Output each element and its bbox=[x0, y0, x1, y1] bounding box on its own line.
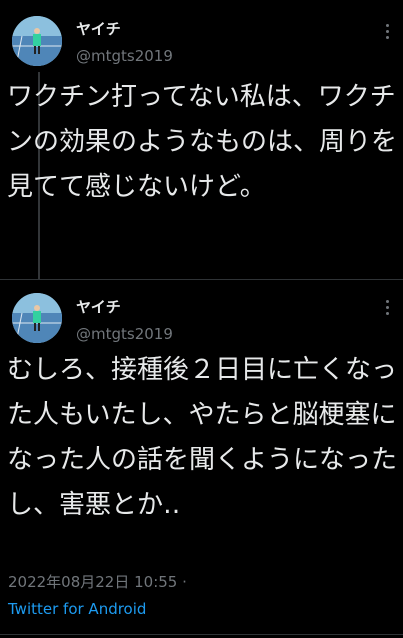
tennis-player-avatar-icon bbox=[12, 16, 62, 66]
avatar[interactable] bbox=[12, 293, 62, 343]
source-link[interactable]: Twitter for Android bbox=[8, 600, 146, 618]
display-name[interactable]: ヤイチ bbox=[76, 18, 121, 39]
timestamp[interactable]: 2022年08月22日 10:55 · bbox=[8, 571, 187, 592]
tweet-text: むしろ、接種後２日目に亡くなった人もいたし、やたらと脳梗塞になった人の話を聞くよ… bbox=[7, 355, 398, 520]
display-name[interactable]: ヤイチ bbox=[76, 296, 121, 317]
more-vertical-icon[interactable] bbox=[378, 298, 398, 318]
divider bbox=[0, 634, 403, 635]
tweet-text: ワクチン打ってない私は、ワクチンの効果のようなものは、周りを見てて感じないけど。 bbox=[7, 82, 398, 202]
more-vertical-icon[interactable] bbox=[378, 22, 398, 42]
avatar[interactable] bbox=[12, 16, 62, 66]
tennis-player-avatar-icon bbox=[12, 293, 62, 343]
divider bbox=[0, 279, 403, 280]
handle[interactable]: @mtgts2019 bbox=[76, 47, 173, 65]
handle[interactable]: @mtgts2019 bbox=[76, 325, 173, 343]
